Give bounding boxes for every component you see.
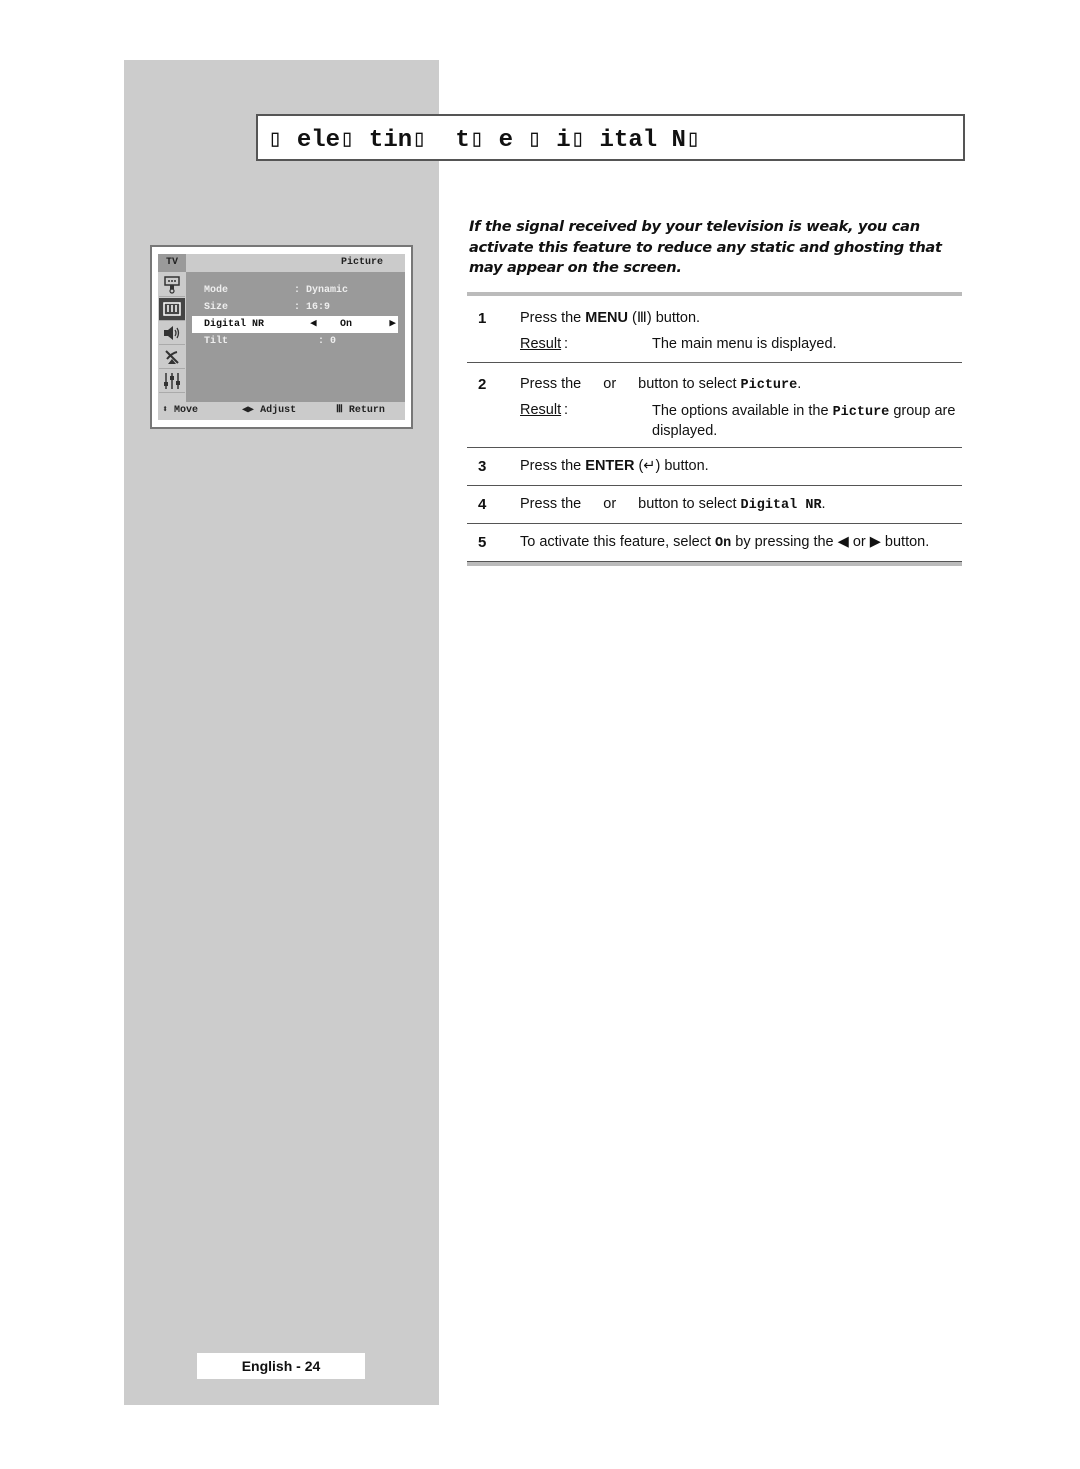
tv-osd-screenshot: TV Picture Mode : Dynamic Size: 16:9 Di…	[150, 245, 413, 429]
osd-menu: TV Picture Mode : Dynamic Size: 16:9 Di…	[158, 254, 405, 420]
left-right-icon: ◀▶	[242, 405, 255, 416]
osd-row-size[interactable]: Size : 16:9	[198, 299, 403, 316]
input-icon	[159, 274, 185, 297]
osd-footer: ⬍ Move ◀▶ Adjust Ⅲ Return	[158, 402, 405, 420]
step-1: 1 Press the MENU (Ⅲ) button. Result: The …	[467, 296, 962, 363]
menu-icon: Ⅲ	[636, 310, 647, 326]
enter-icon: ↵	[643, 458, 656, 474]
sound-icon	[159, 322, 185, 345]
divider	[467, 562, 962, 566]
picture-icon	[159, 298, 185, 321]
up-down-icon: ⬍	[162, 405, 169, 416]
osd-sidebar	[158, 272, 186, 402]
setup-icon	[159, 370, 185, 393]
step-5: 5 To activate this feature, select On by…	[467, 524, 962, 562]
osd-row-tilt[interactable]: Tilt : 0	[198, 333, 403, 350]
step-3: 3 Press the ENTER (↵) button.	[467, 448, 962, 486]
left-arrow-icon: ◀	[310, 318, 317, 330]
page-title: ▯ ele▯ tin▯ t▯ e ▯ i▯ ital N▯	[268, 127, 701, 154]
step-4: 4 Press the or button to select Digital NR…	[467, 486, 962, 524]
intro-text: If the signal received by your televisio…	[469, 218, 942, 276]
osd-menu-title: Picture	[340, 257, 383, 268]
osd-row-mode[interactable]: Mode : Dynamic	[198, 282, 403, 299]
osd-rows: Mode : Dynamic Size : 16:9 Digital NR ◀ …	[192, 282, 403, 350]
title-box: ▯ ele▯ tin▯ t▯ e ▯ i▯ ital N▯	[256, 114, 965, 161]
right-arrow-icon: ▶	[389, 318, 396, 330]
osd-row-digital-nr[interactable]: Digital NR ◀ On ▶	[192, 316, 398, 333]
menu-icon: Ⅲ	[336, 405, 343, 416]
osd-source: TV	[158, 254, 186, 272]
osd-header: TV Picture	[158, 254, 405, 272]
steps-list: 1 Press the MENU (Ⅲ) button. Result: The …	[467, 292, 962, 566]
step-2: 2 Press the or button to select Picture. R…	[467, 363, 962, 448]
page-number: English - 24	[197, 1353, 365, 1379]
channel-icon	[159, 346, 185, 369]
